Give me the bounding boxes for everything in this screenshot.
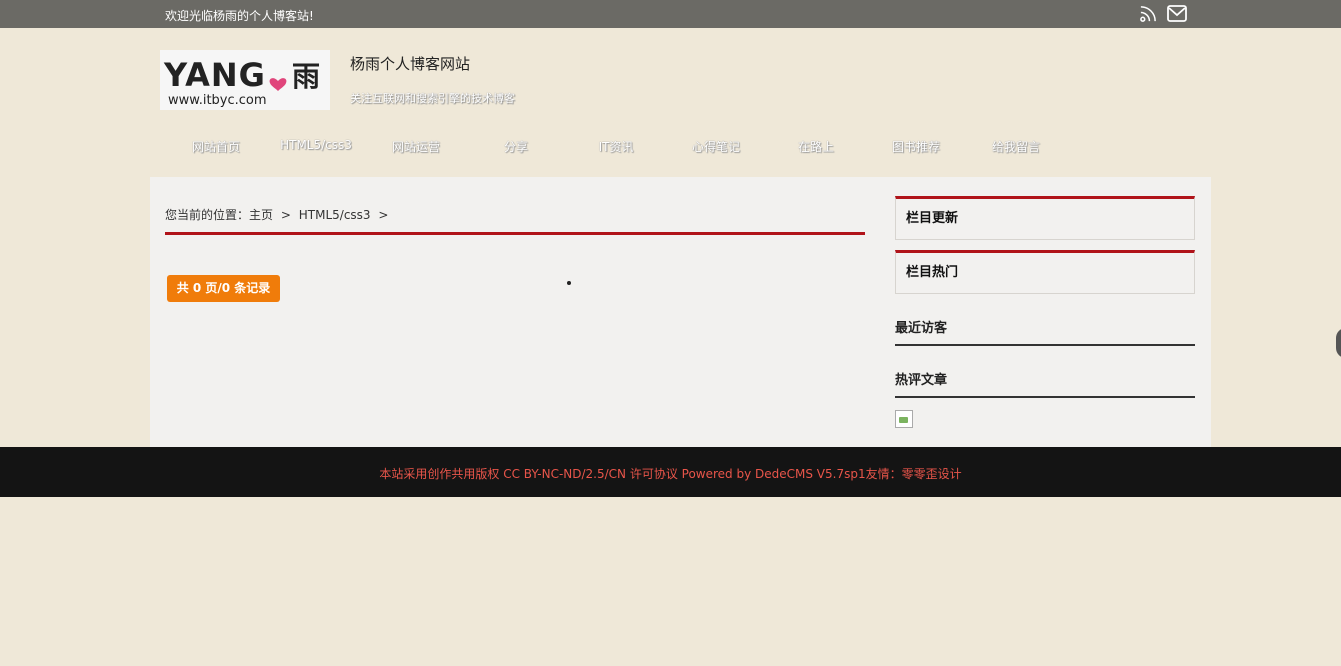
svg-text:YANG: YANG xyxy=(163,56,266,94)
site-subtitle: 关注互联网和搜索引擎的技术博客 xyxy=(350,92,515,105)
nav-item-home[interactable]: 网站首页 xyxy=(192,138,240,155)
breadcrumb-separator: > xyxy=(378,208,389,222)
footer-copyright: 本站采用创作共用版权 CC BY-NC-ND/2.5/CN 许可协议 Power… xyxy=(379,467,962,481)
nav-item-share[interactable]: 分享 xyxy=(504,138,528,155)
sidebar-category-updates-title: 栏目更新 xyxy=(906,211,959,226)
svg-text:雨: 雨 xyxy=(292,60,320,93)
rss-icon[interactable] xyxy=(1139,4,1158,23)
sidebar-category-hot-title: 栏目热门 xyxy=(906,265,959,280)
recent-visitors-title: 最近访客 xyxy=(895,321,948,336)
site-title: 杨雨个人博客网站 xyxy=(350,55,471,73)
bullet-dot xyxy=(567,281,571,285)
side-tab-handle[interactable] xyxy=(1336,328,1341,358)
breadcrumb-divider xyxy=(165,232,865,235)
nav-item-html5-css3[interactable]: HTML5/css3 xyxy=(280,138,352,152)
broken-image-icon[interactable] xyxy=(895,410,913,428)
top-bar: 欢迎光临杨雨的个人博客站! xyxy=(0,0,1341,28)
welcome-text: 欢迎光临杨雨的个人博客站! xyxy=(165,9,314,23)
hot-comments-title: 热评文章 xyxy=(895,373,948,388)
site-logo[interactable]: YANG 雨 www.itbyc.com xyxy=(160,50,330,110)
content-area: 您当前的位置：主页 > HTML5/css3 > 共 0 页/0 条记录 栏目更… xyxy=(150,177,1211,447)
sidebar-category-updates: 栏目更新 xyxy=(895,196,1195,240)
breadcrumb-category-link[interactable]: HTML5/css3 xyxy=(299,208,371,222)
mail-icon[interactable] xyxy=(1167,5,1187,22)
nav-item-books[interactable]: 图书推荐 xyxy=(892,138,940,155)
pagination-summary: 共 0 页/0 条记录 xyxy=(167,275,280,302)
nav-item-operations[interactable]: 网站运营 xyxy=(392,138,440,155)
nav-item-on-the-road[interactable]: 在路上 xyxy=(798,138,834,155)
nav-item-it-news[interactable]: IT资讯 xyxy=(599,138,634,155)
breadcrumb-separator: > xyxy=(280,208,291,222)
recent-visitors-divider xyxy=(895,344,1195,346)
nav-item-notes[interactable]: 心得笔记 xyxy=(692,138,740,155)
hot-comments-divider xyxy=(895,396,1195,398)
sidebar-category-hot: 栏目热门 xyxy=(895,250,1195,294)
main-nav: 网站首页 HTML5/css3 网站运营 分享 IT资讯 心得笔记 在路上 图书… xyxy=(165,138,1165,158)
nav-item-guestbook[interactable]: 给我留言 xyxy=(992,138,1040,155)
breadcrumb-home-link[interactable]: 主页 xyxy=(249,208,273,222)
footer: 本站采用创作共用版权 CC BY-NC-ND/2.5/CN 许可协议 Power… xyxy=(0,447,1341,497)
breadcrumb: 您当前的位置：主页 > HTML5/css3 > xyxy=(165,206,392,223)
breadcrumb-prefix: 您当前的位置： xyxy=(165,208,250,222)
svg-text:www.itbyc.com: www.itbyc.com xyxy=(168,93,267,108)
